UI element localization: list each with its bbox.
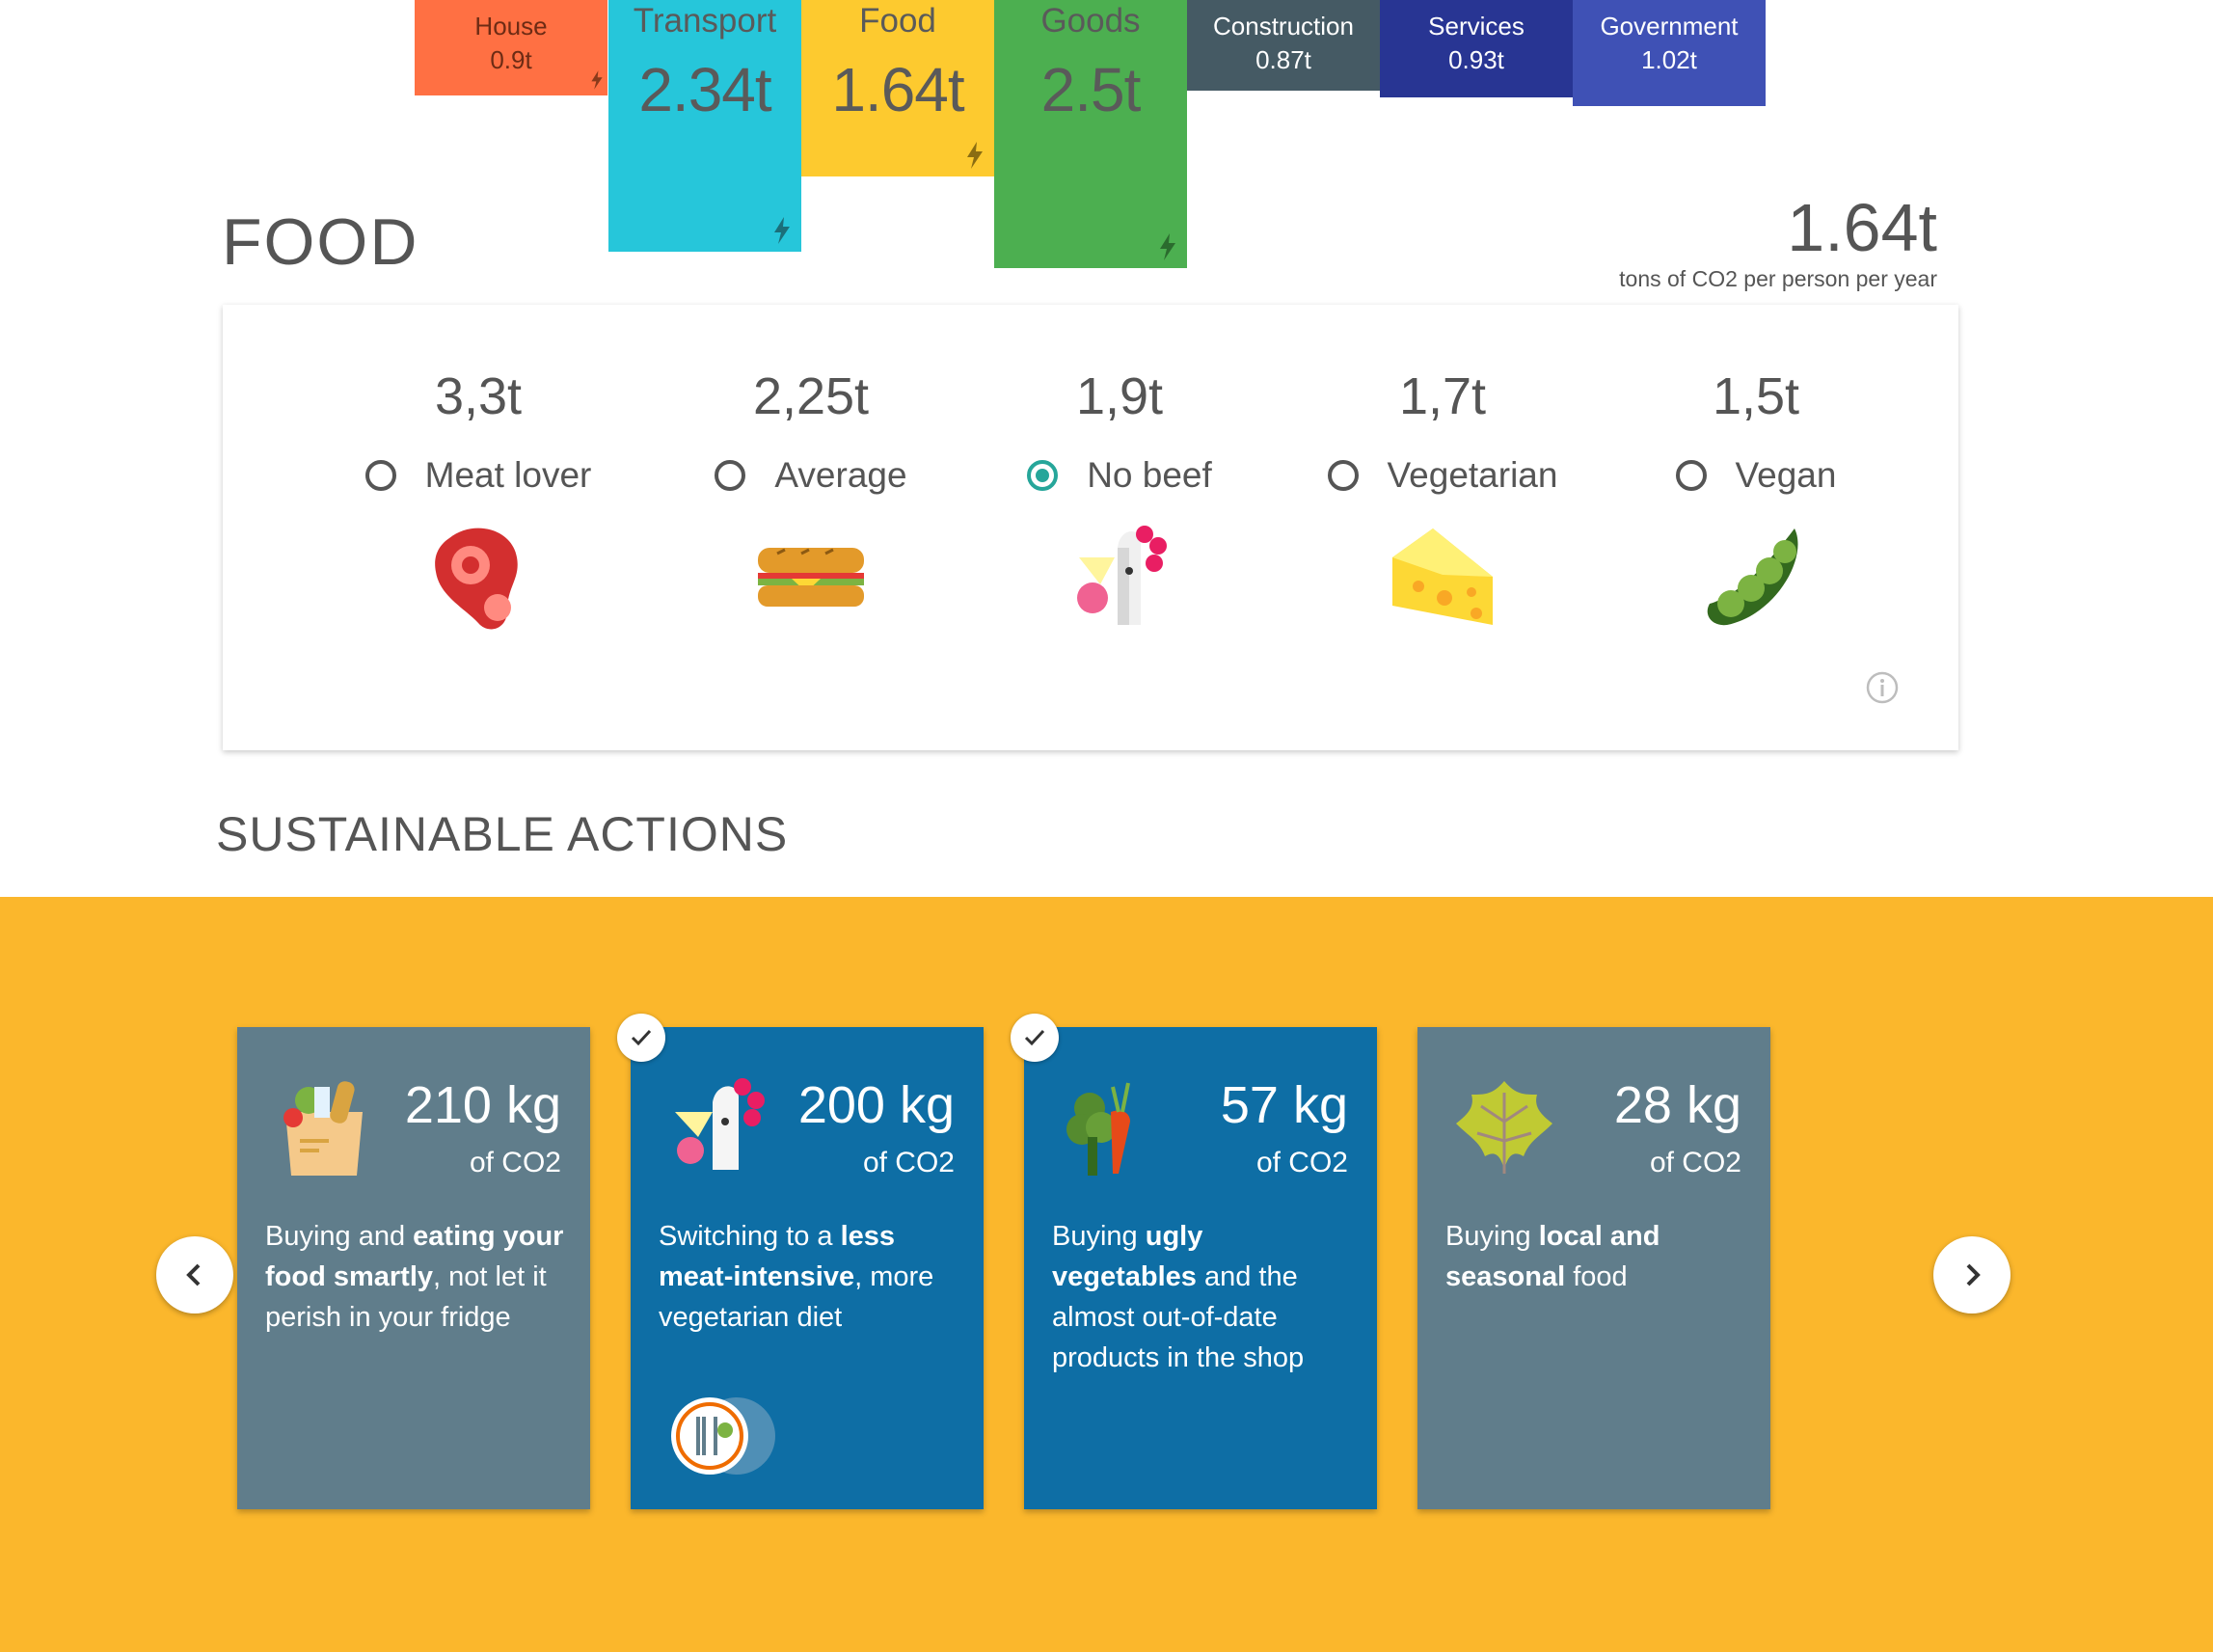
diet-selector-card: 3,3t Meat lover 2,25t Average 1,9t No be… — [223, 305, 1958, 750]
peas-icon — [1707, 528, 1798, 626]
lightning-icon — [967, 142, 983, 169]
category-value: 1.64t — [831, 55, 964, 124]
chevron-right-icon — [1966, 1263, 1981, 1286]
category-name: House — [474, 12, 548, 41]
carousel-next-button[interactable] — [1933, 1236, 2011, 1313]
plate-icon — [671, 1397, 775, 1475]
category-bar-house[interactable]: House 0.9t — [415, 0, 607, 95]
actions-carousel: 210 kg of CO2 Buying and eating your foo… — [0, 897, 2213, 1652]
action-amount: 210 kg — [404, 1076, 561, 1134]
diet-label: Meat lover — [424, 455, 592, 495]
radio-button[interactable] — [715, 460, 746, 491]
category-bar-services[interactable]: Services 0.93t — [1380, 0, 1573, 97]
diet-option-vegetarian[interactable]: 1,7t Vegetarian — [1283, 305, 1602, 635]
grocery-bag-icon — [283, 1081, 363, 1176]
lightning-icon — [1160, 233, 1175, 260]
action-description: Switching to a less meat-intensive, more… — [659, 1221, 934, 1333]
category-name: Government — [1600, 12, 1739, 41]
action-unit: of CO2 — [862, 1147, 955, 1178]
chevron-left-icon — [186, 1263, 201, 1286]
action-unit: of CO2 — [1649, 1147, 1741, 1178]
check-icon — [631, 1029, 652, 1046]
category-name: Goods — [1040, 2, 1141, 40]
chicken-icon — [1077, 526, 1167, 625]
vegetables-icon — [1066, 1082, 1130, 1176]
category-value: 2.5t — [1040, 55, 1142, 124]
diet-amount: 3,3t — [434, 367, 523, 425]
action-amount: 57 kg — [1220, 1076, 1348, 1134]
lightning-icon — [591, 70, 603, 90]
action-unit: of CO2 — [469, 1147, 561, 1178]
category-bar-government[interactable]: Government 1.02t — [1573, 0, 1766, 106]
total-value: 1.64t — [1787, 190, 1937, 265]
lightning-icon — [774, 217, 790, 244]
category-value: 0.93t — [1448, 45, 1504, 74]
radio-button[interactable] — [1675, 460, 1707, 491]
chicken-icon — [675, 1078, 765, 1170]
diet-label: No beef — [1087, 455, 1212, 495]
steak-icon — [435, 528, 518, 630]
cheese-icon — [1392, 528, 1493, 625]
action-card-smart-eating[interactable]: 210 kg of CO2 Buying and eating your foo… — [237, 1027, 590, 1509]
action-amount: 200 kg — [797, 1076, 955, 1134]
action-unit: of CO2 — [1255, 1147, 1348, 1178]
total-emissions: 1.64t tons of CO2 per person per year — [1619, 189, 1937, 292]
total-unit: tons of CO2 per person per year — [1619, 266, 1937, 291]
action-description: Buying local and seasonal food — [1445, 1221, 1660, 1292]
diet-label: Average — [774, 455, 907, 495]
category-name: Transport — [633, 2, 777, 40]
action-description: Buying and eating your food smartly, not… — [265, 1221, 564, 1333]
diet-amount: 2,25t — [752, 367, 870, 425]
action-card-local-food[interactable]: 28 kg of CO2 Buying local and seasonal f… — [1417, 1027, 1770, 1509]
category-value: 0.9t — [490, 45, 532, 74]
leaf-icon — [1456, 1081, 1552, 1174]
category-value: 2.34t — [638, 55, 771, 124]
category-value: 1.02t — [1641, 45, 1697, 74]
category-bar-food[interactable]: Food 1.64t — [801, 0, 994, 176]
radio-button[interactable] — [1327, 460, 1359, 491]
action-description: Buying ugly vegetables and the almost ou… — [1052, 1221, 1305, 1373]
diet-label: Vegan — [1735, 455, 1837, 495]
checkmark-badge[interactable] — [617, 1014, 665, 1062]
diet-option-no-beef[interactable]: 1,9t No beef — [960, 305, 1279, 635]
category-bars: House 0.9t Transport 2.34t Food 1.64t Go… — [415, 0, 1766, 280]
diet-option-meat-lover[interactable]: 3,3t Meat lover — [319, 305, 637, 635]
sandwich-icon — [758, 548, 864, 607]
category-bar-goods[interactable]: Goods 2.5t — [994, 0, 1187, 268]
checkmark-badge[interactable] — [1011, 1014, 1059, 1062]
page-title: FOOD — [222, 205, 419, 279]
action-amount: 28 kg — [1613, 1076, 1741, 1134]
category-bar-construction[interactable]: Construction 0.87t — [1187, 0, 1380, 91]
category-value: 0.87t — [1255, 45, 1311, 74]
diet-option-vegan[interactable]: 1,5t Vegan — [1597, 305, 1915, 635]
category-name: Food — [859, 2, 936, 40]
diet-label: Vegetarian — [1387, 455, 1558, 495]
info-icon[interactable] — [1866, 671, 1899, 704]
diet-amount: 1,9t — [1075, 367, 1164, 425]
diet-amount: 1,5t — [1712, 367, 1800, 425]
check-icon — [1024, 1029, 1045, 1046]
category-name: Services — [1428, 12, 1525, 41]
category-bar-transport[interactable]: Transport 2.34t — [608, 0, 801, 252]
diet-amount: 1,7t — [1398, 367, 1487, 425]
action-card-less-meat[interactable]: 200 kg of CO2 Switching to a less meat-i… — [617, 1014, 984, 1509]
actions-title: SUSTAINABLE ACTIONS — [216, 807, 789, 861]
radio-button[interactable] — [364, 460, 396, 491]
action-card-ugly-vegetables[interactable]: 57 kg of CO2 Buying ugly vegetables and … — [1011, 1014, 1377, 1509]
radio-button-selected[interactable] — [1027, 460, 1059, 491]
diet-option-average[interactable]: 2,25t Average — [652, 305, 970, 635]
category-name: Construction — [1213, 12, 1354, 41]
carousel-prev-button[interactable] — [156, 1236, 233, 1313]
